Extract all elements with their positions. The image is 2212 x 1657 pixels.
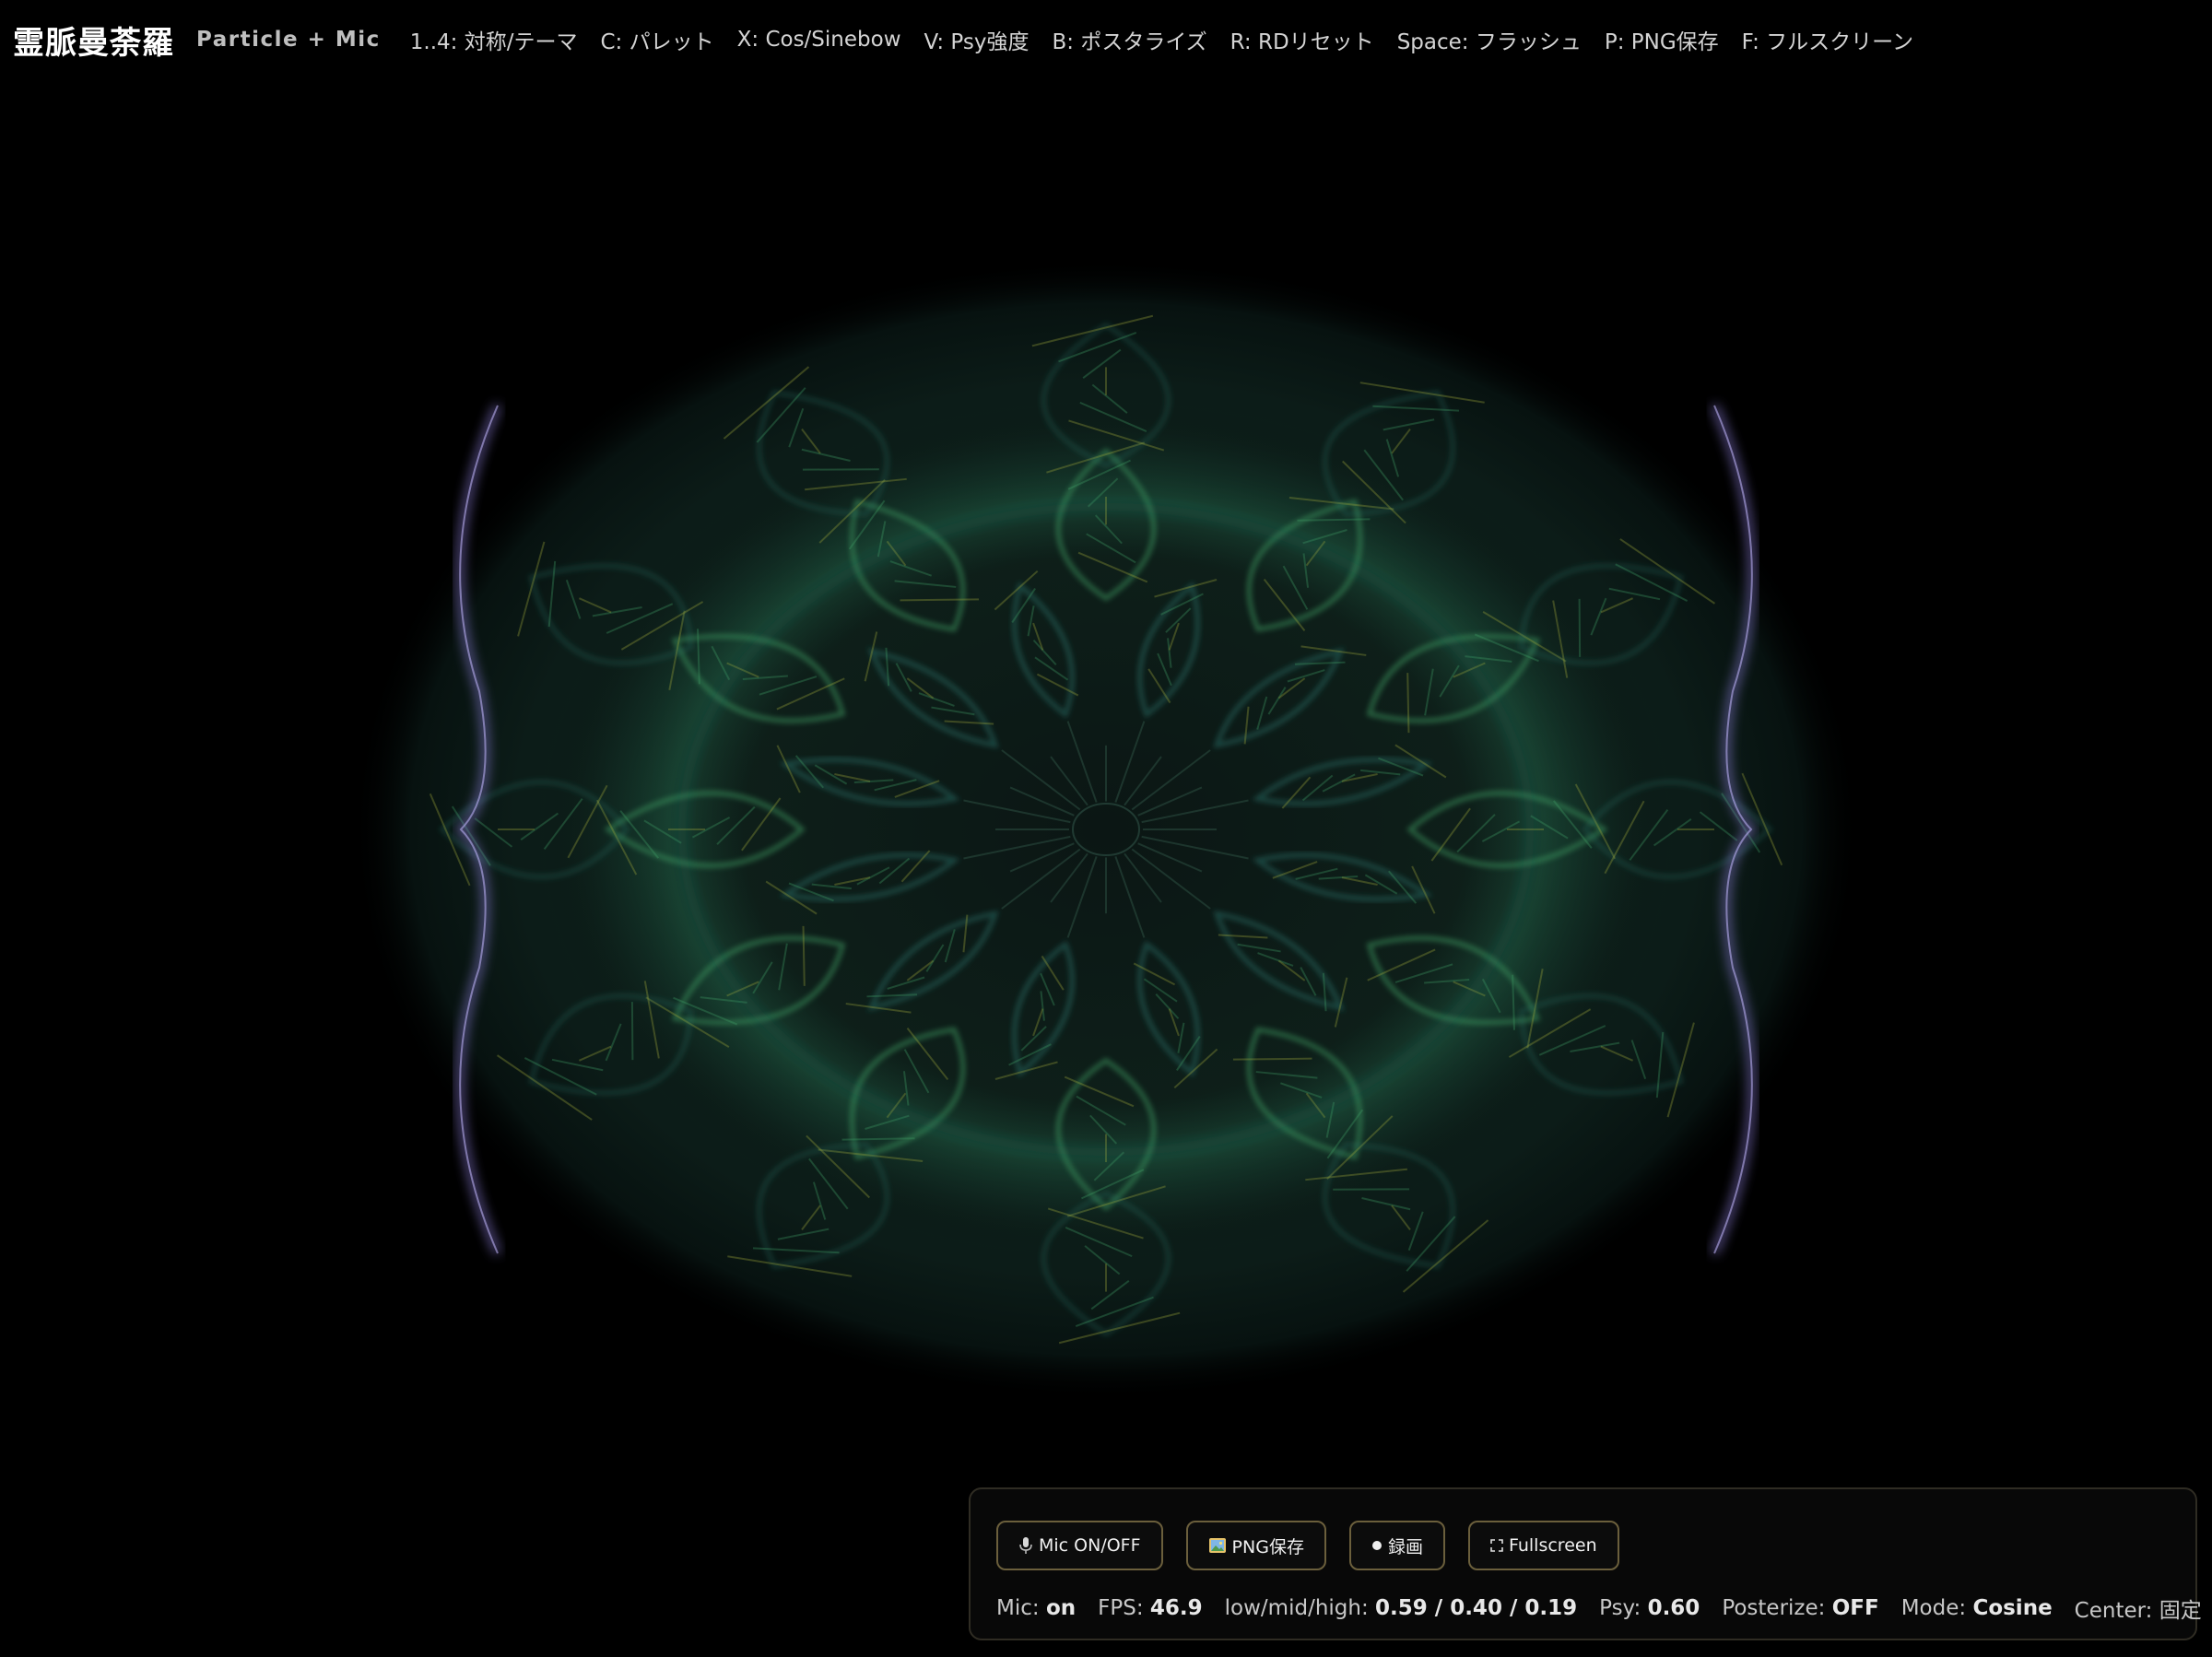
hotkey-flash: Space: フラッシュ <box>1396 30 1582 54</box>
stat-mode: Mode: Cosine <box>1900 1596 2053 1620</box>
control-panel: Mic ON/OFF PNG保存 録画 Fullscreen Mic: on F… <box>969 1487 2202 1640</box>
app-subtitle: Particle + Mic <box>196 28 381 52</box>
stat-fps: FPS: 46.9 <box>1098 1596 1203 1620</box>
mandala-canvas <box>350 258 1862 1401</box>
stat-mic: Mic: on <box>996 1596 1077 1620</box>
record-dot-icon <box>1371 1540 1382 1551</box>
header-bar: 霊脈曼荼羅 Particle + Mic 1..4: 対称/テーマ C: パレッ… <box>13 13 1936 66</box>
stat-posterize-value: OFF <box>1831 1596 1879 1620</box>
status-line: Mic: on FPS: 46.9 low/mid/high: 0.59 / 0… <box>996 1592 2212 1624</box>
fullscreen-label: Fullscreen <box>1508 1535 1597 1556</box>
picture-icon <box>1208 1537 1227 1554</box>
stat-mode-value: Cosine <box>1972 1596 2053 1620</box>
stat-mic-value: on <box>1045 1596 1077 1620</box>
mandala-stroke <box>841 1137 915 1141</box>
hotkey-legend: 1..4: 対称/テーマ C: パレット X: Cos/Sinebow V: P… <box>410 24 1936 55</box>
microphone-icon <box>1018 1536 1033 1555</box>
fullscreen-icon <box>1490 1539 1503 1552</box>
png-save-label: PNG保存 <box>1231 1536 1304 1557</box>
record-button[interactable]: 録画 <box>1348 1521 1445 1570</box>
stat-posterize: Posterize: OFF <box>1722 1596 1879 1620</box>
mic-toggle-button[interactable]: Mic ON/OFF <box>996 1521 1163 1570</box>
hotkey-cos-sinebow: X: Cos/Sinebow <box>736 28 901 52</box>
stat-fps-value: 46.9 <box>1149 1596 1203 1620</box>
mandala-stroke <box>1297 518 1371 522</box>
mandala-stroke <box>900 598 980 602</box>
stat-center-value: 固定 <box>2159 1599 2202 1623</box>
stat-bands: low/mid/high: 0.59 / 0.40 / 0.19 <box>1224 1596 1578 1620</box>
hotkey-posterize: B: ポスタライズ <box>1052 30 1207 54</box>
mandala-stroke <box>1232 1057 1312 1061</box>
hotkey-rd-reset: R: RDリセット <box>1230 30 1374 54</box>
stat-psy-value: 0.60 <box>1647 1596 1700 1620</box>
app-title: 霊脈曼荼羅 <box>13 24 174 62</box>
hotkey-fullscreen: F: フルスクリーン <box>1741 30 1914 54</box>
hotkey-palette: C: パレット <box>600 30 714 54</box>
mandala-stroke <box>802 925 806 986</box>
stat-psy: Psy: 0.60 <box>1599 1596 1700 1620</box>
mic-toggle-label: Mic ON/OFF <box>1039 1535 1141 1556</box>
hotkey-psy-strength: V: Psy強度 <box>924 30 1030 54</box>
visualizer-stage <box>0 0 2212 1657</box>
fullscreen-button[interactable]: Fullscreen <box>1467 1521 1619 1570</box>
control-buttons: Mic ON/OFF PNG保存 録画 Fullscreen <box>996 1521 1642 1570</box>
hotkey-png-save: P: PNG保存 <box>1604 30 1719 54</box>
mandala-stroke <box>1406 673 1410 734</box>
hotkey-symmetry-theme: 1..4: 対称/テーマ <box>409 30 578 54</box>
stat-bands-value: 0.59 / 0.40 / 0.19 <box>1375 1596 1578 1620</box>
record-label: 録画 <box>1387 1536 1423 1557</box>
stat-center: Center: 固定 <box>2074 1599 2202 1623</box>
png-save-button[interactable]: PNG保存 <box>1185 1521 1326 1570</box>
